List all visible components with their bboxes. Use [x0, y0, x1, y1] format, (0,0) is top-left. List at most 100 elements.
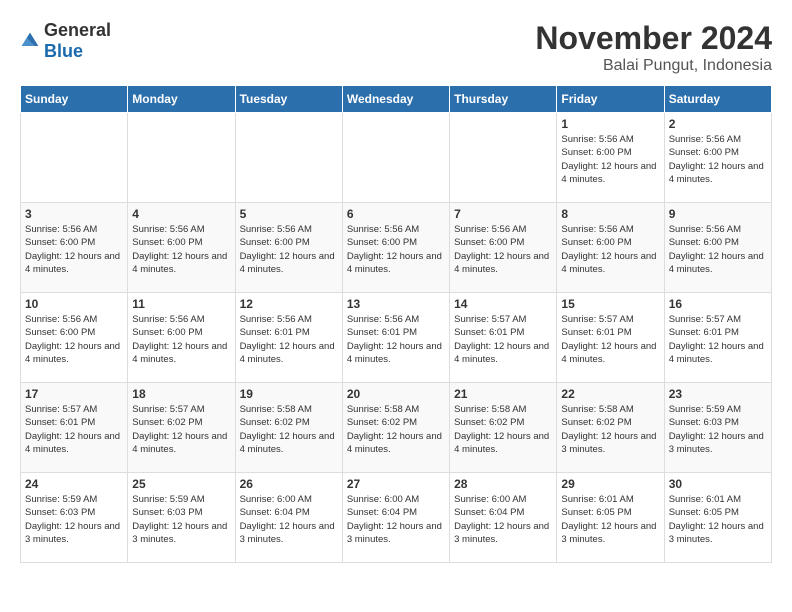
logo-text: General Blue: [44, 20, 111, 62]
day-number: 23: [669, 387, 767, 401]
calendar-cell: 18 Sunrise: 5:57 AMSunset: 6:02 PMDayligh…: [128, 383, 235, 473]
day-info: Sunrise: 6:00 AMSunset: 6:04 PMDaylight:…: [347, 493, 445, 546]
day-number: 12: [240, 297, 338, 311]
calendar-cell: [342, 113, 449, 203]
calendar-cell: 30 Sunrise: 6:01 AMSunset: 6:05 PMDayligh…: [664, 473, 771, 563]
weekday-sunday: Sunday: [21, 86, 128, 113]
day-info: Sunrise: 5:57 AMSunset: 6:01 PMDaylight:…: [25, 403, 123, 456]
calendar-cell: 8 Sunrise: 5:56 AMSunset: 6:00 PMDaylight…: [557, 203, 664, 293]
day-info: Sunrise: 5:57 AMSunset: 6:01 PMDaylight:…: [561, 313, 659, 366]
calendar-cell: 29Sunrise: 6:01 AMSunset: 6:05 PMDayligh…: [557, 473, 664, 563]
day-number: 1: [561, 117, 659, 131]
weekday-friday: Friday: [557, 86, 664, 113]
calendar-cell: 16Sunrise: 5:57 AMSunset: 6:01 PMDayligh…: [664, 293, 771, 383]
day-info: Sunrise: 5:59 AMSunset: 6:03 PMDaylight:…: [669, 403, 767, 456]
day-info: Sunrise: 5:58 AMSunset: 6:02 PMDaylight:…: [347, 403, 445, 456]
calendar-cell: [450, 113, 557, 203]
calendar-cell: 5Sunrise: 5:56 AMSunset: 6:00 PMDaylight…: [235, 203, 342, 293]
day-number: 26: [240, 477, 338, 491]
week-row-1: 3Sunrise: 5:56 AMSunset: 6:00 PMDaylight…: [21, 203, 772, 293]
day-number: 7: [454, 207, 552, 221]
day-number: 9: [669, 207, 767, 221]
day-info: Sunrise: 5:57 AMSunset: 6:02 PMDaylight:…: [132, 403, 230, 456]
day-number: 15: [561, 297, 659, 311]
day-info: Sunrise: 5:58 AMSunset: 6:02 PMDaylight:…: [240, 403, 338, 456]
weekday-wednesday: Wednesday: [342, 86, 449, 113]
week-row-4: 24 Sunrise: 5:59 AMSunset: 6:03 PMDayligh…: [21, 473, 772, 563]
day-number: 25: [132, 477, 230, 491]
day-info: Sunrise: 6:01 AMSunset: 6:05 PMDaylight:…: [669, 493, 767, 546]
calendar-cell: 9 Sunrise: 5:56 AMSunset: 6:00 PMDaylight…: [664, 203, 771, 293]
day-info: Sunrise: 5:56 AMSunset: 6:00 PMDaylight:…: [669, 223, 767, 276]
day-info: Sunrise: 5:59 AMSunset: 6:03 PMDaylight:…: [25, 493, 123, 546]
calendar-cell: 17 Sunrise: 5:57 AMSunset: 6:01 PMDayligh…: [21, 383, 128, 473]
calendar-cell: [21, 113, 128, 203]
day-info: Sunrise: 5:56 AMSunset: 6:00 PMDaylight:…: [561, 133, 659, 186]
calendar-table: SundayMondayTuesdayWednesdayThursdayFrid…: [20, 85, 772, 563]
day-info: Sunrise: 6:00 AMSunset: 6:04 PMDaylight:…: [240, 493, 338, 546]
calendar-cell: 6 Sunrise: 5:56 AMSunset: 6:00 PMDaylight…: [342, 203, 449, 293]
weekday-thursday: Thursday: [450, 86, 557, 113]
day-number: 14: [454, 297, 552, 311]
day-number: 22: [561, 387, 659, 401]
day-info: Sunrise: 5:56 AMSunset: 6:01 PMDaylight:…: [240, 313, 338, 366]
week-row-0: 1 Sunrise: 5:56 AMSunset: 6:00 PMDaylight…: [21, 113, 772, 203]
day-number: 21: [454, 387, 552, 401]
calendar-cell: 20 Sunrise: 5:58 AMSunset: 6:02 PMDayligh…: [342, 383, 449, 473]
day-number: 28: [454, 477, 552, 491]
calendar-cell: [128, 113, 235, 203]
day-number: 13: [347, 297, 445, 311]
week-row-2: 10Sunrise: 5:56 AMSunset: 6:00 PMDayligh…: [21, 293, 772, 383]
day-info: Sunrise: 5:56 AMSunset: 6:00 PMDaylight:…: [132, 313, 230, 366]
day-info: Sunrise: 5:57 AMSunset: 6:01 PMDaylight:…: [454, 313, 552, 366]
day-number: 20: [347, 387, 445, 401]
calendar-subtitle: Balai Pungut, Indonesia: [535, 57, 772, 75]
calendar-title: November 2024: [535, 20, 772, 57]
day-info: Sunrise: 5:58 AMSunset: 6:02 PMDaylight:…: [561, 403, 659, 456]
calendar-cell: 1 Sunrise: 5:56 AMSunset: 6:00 PMDaylight…: [557, 113, 664, 203]
weekday-tuesday: Tuesday: [235, 86, 342, 113]
day-info: Sunrise: 5:56 AMSunset: 6:00 PMDaylight:…: [454, 223, 552, 276]
calendar-cell: 14 Sunrise: 5:57 AMSunset: 6:01 PMDayligh…: [450, 293, 557, 383]
calendar-cell: 23 Sunrise: 5:59 AMSunset: 6:03 PMDayligh…: [664, 383, 771, 473]
day-info: Sunrise: 5:56 AMSunset: 6:00 PMDaylight:…: [25, 313, 123, 366]
calendar-cell: 24 Sunrise: 5:59 AMSunset: 6:03 PMDayligh…: [21, 473, 128, 563]
day-info: Sunrise: 5:56 AMSunset: 6:00 PMDaylight:…: [347, 223, 445, 276]
day-info: Sunrise: 6:00 AMSunset: 6:04 PMDaylight:…: [454, 493, 552, 546]
weekday-saturday: Saturday: [664, 86, 771, 113]
day-number: 6: [347, 207, 445, 221]
calendar-cell: [235, 113, 342, 203]
logo: General Blue: [20, 20, 111, 62]
day-info: Sunrise: 5:56 AMSunset: 6:01 PMDaylight:…: [347, 313, 445, 366]
day-info: Sunrise: 5:56 AMSunset: 6:00 PMDaylight:…: [25, 223, 123, 276]
calendar-cell: 25 Sunrise: 5:59 AMSunset: 6:03 PMDayligh…: [128, 473, 235, 563]
calendar-cell: 7 Sunrise: 5:56 AMSunset: 6:00 PMDaylight…: [450, 203, 557, 293]
logo-icon: [20, 31, 40, 51]
calendar-cell: 4Sunrise: 5:56 AMSunset: 6:00 PMDaylight…: [128, 203, 235, 293]
day-number: 24: [25, 477, 123, 491]
calendar-cell: 22 Sunrise: 5:58 AMSunset: 6:02 PMDayligh…: [557, 383, 664, 473]
title-area: November 2024 Balai Pungut, Indonesia: [535, 20, 772, 75]
day-number: 30: [669, 477, 767, 491]
day-info: Sunrise: 5:56 AMSunset: 6:00 PMDaylight:…: [132, 223, 230, 276]
day-number: 16: [669, 297, 767, 311]
calendar-cell: 3Sunrise: 5:56 AMSunset: 6:00 PMDaylight…: [21, 203, 128, 293]
day-number: 17: [25, 387, 123, 401]
logo-general: General: [44, 20, 111, 40]
day-number: 27: [347, 477, 445, 491]
weekday-monday: Monday: [128, 86, 235, 113]
calendar-cell: 19Sunrise: 5:58 AMSunset: 6:02 PMDayligh…: [235, 383, 342, 473]
day-info: Sunrise: 5:59 AMSunset: 6:03 PMDaylight:…: [132, 493, 230, 546]
day-number: 8: [561, 207, 659, 221]
day-info: Sunrise: 5:56 AMSunset: 6:00 PMDaylight:…: [561, 223, 659, 276]
day-info: Sunrise: 5:56 AMSunset: 6:00 PMDaylight:…: [669, 133, 767, 186]
calendar-cell: 13 Sunrise: 5:56 AMSunset: 6:01 PMDayligh…: [342, 293, 449, 383]
day-number: 2: [669, 117, 767, 131]
calendar-cell: 21Sunrise: 5:58 AMSunset: 6:02 PMDayligh…: [450, 383, 557, 473]
logo-blue: Blue: [44, 41, 83, 61]
day-number: 18: [132, 387, 230, 401]
calendar-cell: 27 Sunrise: 6:00 AMSunset: 6:04 PMDayligh…: [342, 473, 449, 563]
week-row-3: 17 Sunrise: 5:57 AMSunset: 6:01 PMDayligh…: [21, 383, 772, 473]
day-info: Sunrise: 6:01 AMSunset: 6:05 PMDaylight:…: [561, 493, 659, 546]
day-number: 5: [240, 207, 338, 221]
